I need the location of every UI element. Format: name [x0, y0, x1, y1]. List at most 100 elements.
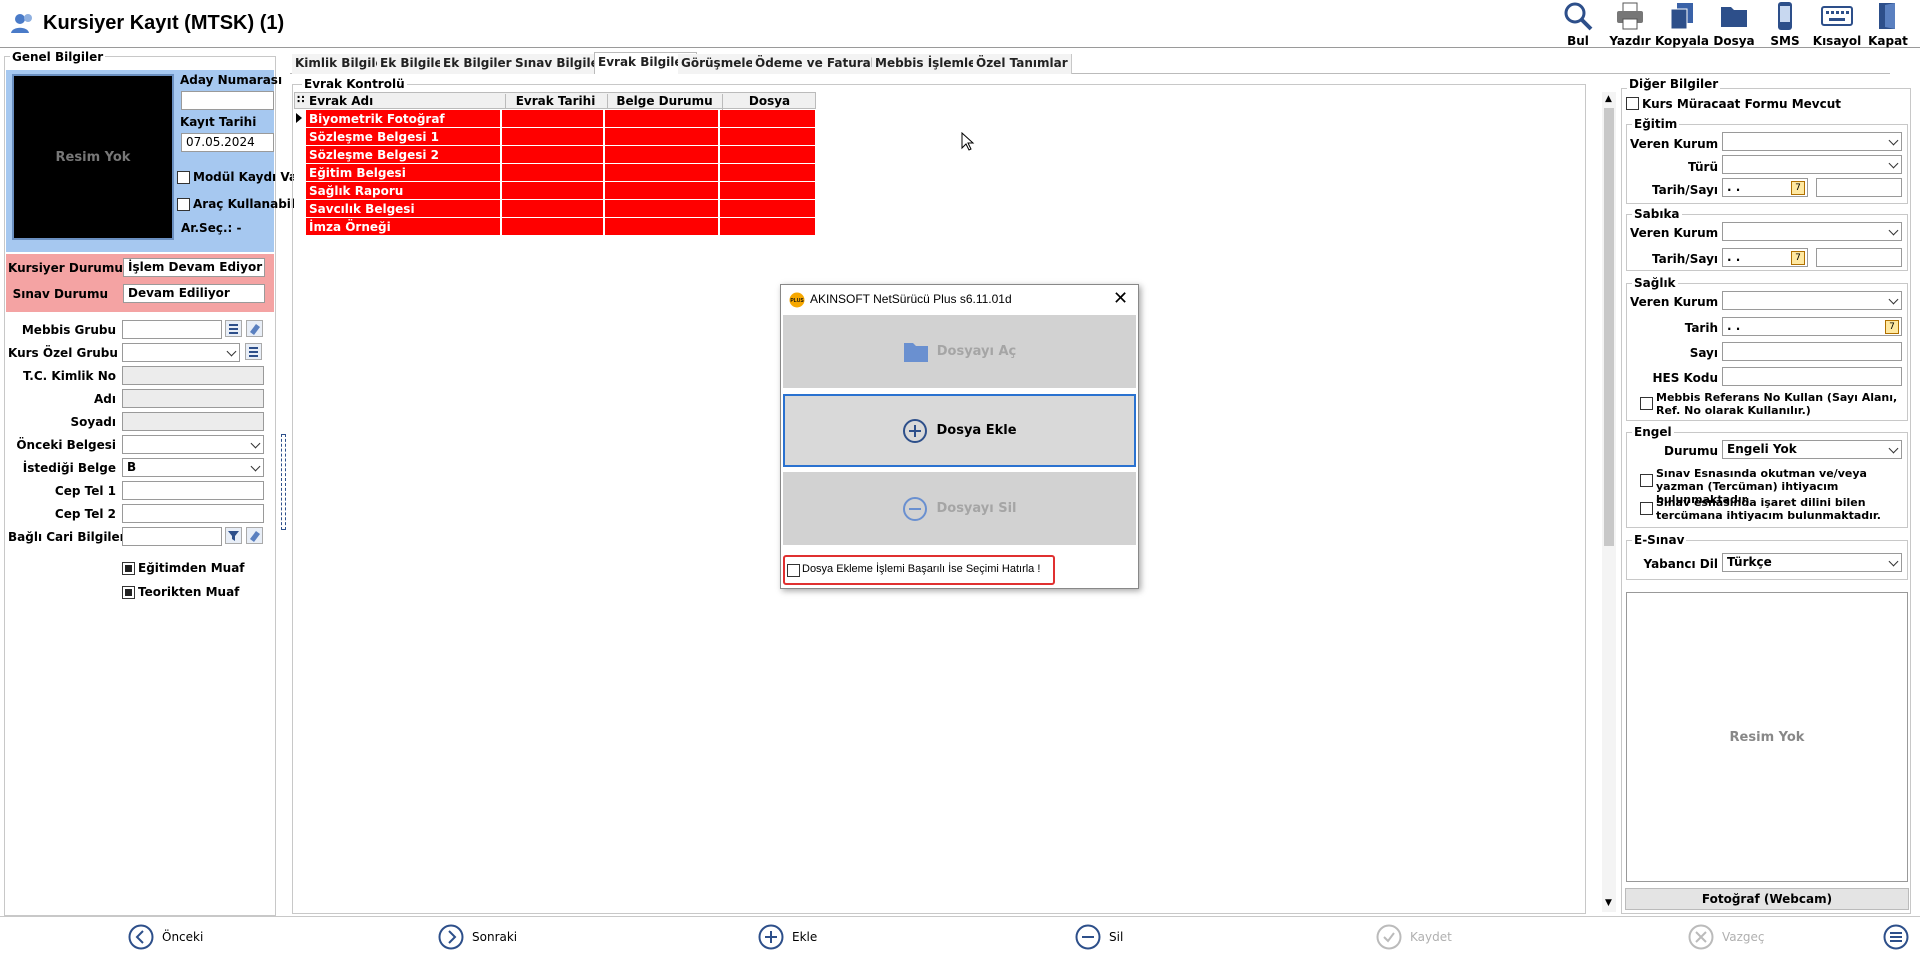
kurs-muracaat-checkbox[interactable]: [1626, 97, 1639, 110]
sonraki-button[interactable]: Sonraki: [438, 922, 517, 952]
webcam-button[interactable]: Fotoğraf (Webcam): [1625, 888, 1909, 910]
table-row[interactable]: Biyometrik Fotoğraf: [294, 110, 816, 128]
kayit-tarihi-input[interactable]: 07.05.2024: [181, 133, 274, 152]
cep-tel-2-input[interactable]: [122, 504, 264, 523]
table-cell[interactable]: [720, 146, 816, 164]
evrak-name-cell[interactable]: Sağlık Raporu: [306, 182, 501, 200]
column-header[interactable]: Evrak Adı: [309, 94, 373, 108]
sil-button[interactable]: Sil: [1075, 922, 1123, 952]
table-cell[interactable]: [720, 110, 816, 128]
dosya-ekle-button[interactable]: Dosya Ekle: [783, 394, 1136, 467]
table-row[interactable]: Sözleşme Belgesi 2: [294, 146, 816, 164]
table-row[interactable]: İmza Örneği: [294, 218, 816, 236]
arac-kullanabilir-checkbox[interactable]: [177, 198, 190, 211]
table-row[interactable]: Sağlık Raporu: [294, 182, 816, 200]
table-cell[interactable]: [502, 110, 604, 128]
toolbar-button-kapat[interactable]: Kapat: [1866, 0, 1910, 48]
onceki-belgesi-select[interactable]: [122, 435, 264, 454]
adi-input[interactable]: [122, 389, 264, 408]
table-cell[interactable]: [605, 110, 719, 128]
toolbar-button-dosya[interactable]: Dosya: [1712, 0, 1756, 48]
vazgec-button[interactable]: Vazgeç: [1688, 922, 1765, 952]
table-cell[interactable]: [605, 218, 719, 236]
list-icon[interactable]: [245, 343, 262, 360]
saglik-tarih-input[interactable]: . .: [1722, 317, 1902, 336]
toolbar-button-kopyala[interactable]: Kopyala: [1655, 0, 1709, 48]
table-cell[interactable]: [502, 200, 604, 218]
cep-tel-1-input[interactable]: [122, 481, 264, 500]
table-cell[interactable]: [502, 128, 604, 146]
right-photo[interactable]: Resim Yok: [1626, 592, 1908, 882]
table-row[interactable]: Savcılık Belgesi: [294, 200, 816, 218]
calendar-icon[interactable]: 7: [1885, 320, 1899, 334]
mebbis-referans-checkbox[interactable]: [1640, 397, 1653, 410]
mebbis-grubu-input[interactable]: [122, 320, 222, 339]
table-cell[interactable]: [720, 182, 816, 200]
tercuman-checkbox[interactable]: [1640, 474, 1653, 487]
table-cell[interactable]: [720, 164, 816, 182]
menu-button[interactable]: [1883, 924, 1909, 953]
dosyayi-sil-button[interactable]: Dosyayı Sil: [783, 472, 1136, 545]
aday-numarasi-input[interactable]: [181, 91, 274, 110]
table-cell[interactable]: [605, 128, 719, 146]
sabika-veren-kurum-select[interactable]: [1722, 222, 1902, 241]
onceki-button[interactable]: Önceki: [128, 922, 203, 952]
tab-ozel-tanimlar[interactable]: Özel Tanımlar: [973, 54, 1072, 74]
table-cell[interactable]: [720, 218, 816, 236]
istedigi-belge-select[interactable]: B: [122, 458, 264, 477]
calendar-icon[interactable]: 7: [1791, 181, 1805, 195]
kaydet-button[interactable]: Kaydet: [1376, 922, 1452, 952]
column-header[interactable]: Belge Durumu: [607, 94, 721, 108]
bagli-cari-input[interactable]: [122, 527, 222, 546]
evrak-name-cell[interactable]: Biyometrik Fotoğraf: [306, 110, 501, 128]
hes-kodu-input[interactable]: [1722, 367, 1902, 386]
tab-gorusmeler[interactable]: Görüşmeler: [678, 54, 764, 74]
egitim-veren-kurum-select[interactable]: [1722, 132, 1902, 151]
evrak-name-cell[interactable]: Sözleşme Belgesi 2: [306, 146, 501, 164]
evrak-name-cell[interactable]: Savcılık Belgesi: [306, 200, 501, 218]
saglik-sayi-input[interactable]: [1722, 342, 1902, 361]
modul-kaydi-checkbox[interactable]: [177, 171, 190, 184]
toolbar-button-kisayol[interactable]: Kısayol: [1812, 0, 1862, 48]
scroll-down-icon[interactable]: ▼: [1605, 898, 1612, 908]
table-cell[interactable]: [720, 200, 816, 218]
table-cell[interactable]: [720, 128, 816, 146]
calendar-icon[interactable]: 7: [1791, 251, 1805, 265]
filter-icon[interactable]: [225, 527, 242, 544]
table-cell[interactable]: [605, 182, 719, 200]
toolbar-button-yazdir[interactable]: Yazdır: [1608, 0, 1652, 48]
saglik-veren-kurum-select[interactable]: [1722, 291, 1902, 310]
remember-choice-checkbox[interactable]: [787, 564, 800, 577]
teorikten-muaf-checkbox[interactable]: [122, 586, 135, 599]
table-cell[interactable]: [605, 200, 719, 218]
soyadi-input[interactable]: [122, 412, 264, 431]
toolbar-button-sms[interactable]: SMS: [1765, 0, 1805, 48]
scroll-up-icon[interactable]: ▲: [1605, 94, 1612, 104]
close-icon[interactable]: ✕: [1113, 288, 1128, 309]
table-cell[interactable]: [605, 164, 719, 182]
evrak-name-cell[interactable]: Sözleşme Belgesi 1: [306, 128, 501, 146]
table-row[interactable]: Sözleşme Belgesi 1: [294, 128, 816, 146]
egitim-turu-select[interactable]: [1722, 155, 1902, 174]
eraser-icon[interactable]: [246, 527, 263, 544]
evrak-name-cell[interactable]: Eğitim Belgesi: [306, 164, 501, 182]
scroll-thumb[interactable]: [1604, 108, 1614, 546]
dosyayi-ac-button[interactable]: Dosyayı Aç: [783, 315, 1136, 388]
egitim-sayi-input[interactable]: [1816, 178, 1902, 197]
yabanci-dil-select[interactable]: Türkçe: [1722, 553, 1902, 572]
eraser-icon[interactable]: [246, 320, 263, 337]
table-cell[interactable]: [502, 218, 604, 236]
tc-kimlik-input[interactable]: [122, 366, 264, 385]
student-photo[interactable]: Resim Yok: [12, 74, 174, 240]
list-icon[interactable]: [225, 320, 242, 337]
table-row[interactable]: Eğitim Belgesi: [294, 164, 816, 182]
isaret-dili-checkbox[interactable]: [1640, 502, 1653, 515]
kurs-ozel-grubu-select[interactable]: [122, 343, 240, 362]
splitter-handle[interactable]: [281, 434, 286, 530]
sabika-sayi-input[interactable]: [1816, 248, 1902, 267]
egitimden-muaf-checkbox[interactable]: [122, 562, 135, 575]
table-cell[interactable]: [502, 182, 604, 200]
evrak-name-cell[interactable]: İmza Örneği: [306, 218, 501, 236]
column-header[interactable]: Evrak Tarihi: [505, 94, 605, 108]
table-cell[interactable]: [605, 146, 719, 164]
